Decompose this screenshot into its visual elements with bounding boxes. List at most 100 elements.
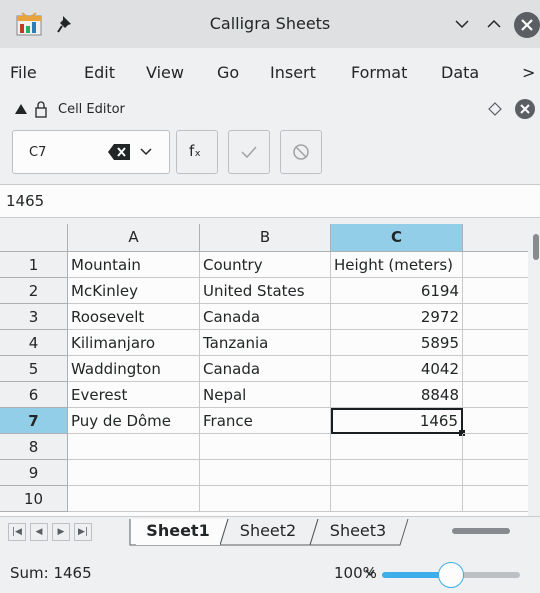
horizontal-scrollbar-thumb[interactable] — [452, 528, 510, 534]
menu-go[interactable]: Go — [217, 63, 239, 82]
checkmark-icon — [241, 146, 257, 159]
docker-title: Cell Editor — [58, 102, 125, 117]
status-bar: Sum: 1465 100% — [0, 546, 540, 593]
insert-function-button[interactable]: fₓ — [176, 130, 218, 174]
table-cell[interactable]: 5895 — [331, 330, 463, 356]
table-cell[interactable] — [463, 356, 528, 382]
row-header-4[interactable]: 4 — [0, 330, 68, 356]
table-cell[interactable]: Mountain — [68, 252, 200, 278]
chevron-down-icon[interactable] — [364, 568, 376, 578]
table-cell[interactable] — [463, 252, 528, 278]
zoom-slider-handle[interactable] — [438, 562, 464, 588]
row-header-2[interactable]: 2 — [0, 278, 68, 304]
row-header-1[interactable]: 1 — [0, 252, 68, 278]
table-cell[interactable]: Nepal — [200, 382, 331, 408]
spreadsheet-grid[interactable]: A B C 1 Mountain Country Height (meters) 2 McKin… — [0, 224, 528, 516]
table-cell[interactable] — [463, 278, 528, 304]
tab-sheet3[interactable]: Sheet3 — [316, 519, 400, 545]
menu-overflow[interactable]: > — [522, 63, 535, 82]
table-cell[interactable] — [463, 434, 528, 460]
table-cell[interactable]: Canada — [200, 304, 331, 330]
clear-backspace-icon[interactable] — [107, 143, 131, 161]
function-label: fₓ — [189, 142, 201, 160]
table-cell[interactable]: 8848 — [331, 382, 463, 408]
row-header-8[interactable]: 8 — [0, 434, 68, 460]
table-cell[interactable]: Roosevelt — [68, 304, 200, 330]
menu-insert[interactable]: Insert — [270, 63, 316, 82]
collapse-triangle-icon[interactable] — [14, 103, 28, 115]
table-cell[interactable]: 4042 — [331, 356, 463, 382]
column-header-d[interactable] — [463, 224, 528, 252]
cell-reference-combobox[interactable]: C7 — [12, 130, 170, 174]
column-header-c[interactable]: C — [331, 224, 463, 252]
column-header-a[interactable]: A — [68, 224, 200, 252]
float-diamond-icon[interactable] — [488, 102, 502, 116]
table-cell[interactable] — [463, 460, 528, 486]
cancel-button[interactable] — [280, 130, 322, 174]
apply-button[interactable] — [228, 130, 270, 174]
next-sheet-button[interactable]: ▶ — [52, 523, 70, 541]
docker-close-icon[interactable] — [514, 98, 536, 120]
table-cell[interactable]: Height (meters) — [331, 252, 463, 278]
select-all-corner[interactable] — [0, 224, 68, 252]
menu-edit[interactable]: Edit — [84, 63, 115, 82]
tab-sheet1[interactable]: Sheet1 — [136, 519, 220, 545]
table-cell[interactable] — [463, 382, 528, 408]
table-cell[interactable] — [68, 486, 200, 512]
cell-editor-docker-header: Cell Editor — [0, 96, 540, 124]
chevron-up-icon[interactable] — [484, 14, 504, 34]
table-cell[interactable]: McKinley — [68, 278, 200, 304]
column-header-b[interactable]: B — [200, 224, 331, 252]
table-cell[interactable]: 6194 — [331, 278, 463, 304]
table-cell[interactable]: France — [200, 408, 331, 434]
table-cell[interactable] — [463, 304, 528, 330]
row-header-6[interactable]: 6 — [0, 382, 68, 408]
table-cell[interactable] — [331, 486, 463, 512]
table-cell[interactable]: Canada — [200, 356, 331, 382]
table-cell[interactable] — [463, 330, 528, 356]
lock-icon[interactable] — [34, 100, 48, 118]
menu-data[interactable]: Data — [441, 63, 479, 82]
row-header-9[interactable]: 9 — [0, 460, 68, 486]
row-header-3[interactable]: 3 — [0, 304, 68, 330]
formula-value: 1465 — [6, 192, 45, 210]
table-cell[interactable] — [200, 460, 331, 486]
table-cell[interactable]: United States — [200, 278, 331, 304]
tab-sheet2[interactable]: Sheet2 — [226, 519, 310, 545]
table-cell[interactable] — [68, 460, 200, 486]
table-cell[interactable]: Country — [200, 252, 331, 278]
first-sheet-button[interactable]: |◀ — [8, 523, 26, 541]
previous-sheet-button[interactable]: ◀ — [30, 523, 48, 541]
table-cell[interactable]: 2972 — [331, 304, 463, 330]
table-cell[interactable] — [463, 408, 528, 434]
vertical-scrollbar-thumb[interactable] — [533, 234, 539, 260]
formula-input[interactable]: 1465 — [0, 184, 540, 218]
sum-readout: Sum: 1465 — [10, 564, 92, 582]
row-header-10[interactable]: 10 — [0, 486, 68, 512]
table-cell[interactable] — [463, 486, 528, 512]
table-cell[interactable] — [200, 434, 331, 460]
cell-reference-value: C7 — [29, 145, 47, 160]
menu-format[interactable]: Format — [351, 63, 407, 82]
table-cell[interactable] — [200, 486, 331, 512]
table-cell[interactable] — [331, 434, 463, 460]
table-cell[interactable] — [68, 434, 200, 460]
menu-view[interactable]: View — [146, 63, 184, 82]
menu-file[interactable]: File — [10, 63, 37, 82]
row-header-5[interactable]: 5 — [0, 356, 68, 382]
chevron-down-icon[interactable] — [139, 147, 153, 157]
table-cell[interactable]: Kilimanjaro — [68, 330, 200, 356]
row-header-7[interactable]: 7 — [0, 408, 68, 434]
close-button[interactable] — [514, 12, 540, 38]
last-sheet-button[interactable]: ▶| — [74, 523, 92, 541]
vertical-scrollbar[interactable] — [528, 224, 540, 516]
table-cell[interactable] — [331, 460, 463, 486]
table-cell[interactable]: Waddington — [68, 356, 200, 382]
table-cell[interactable]: Puy de Dôme — [68, 408, 200, 434]
table-cell[interactable]: Everest — [68, 382, 200, 408]
chevron-down-icon[interactable] — [452, 14, 472, 34]
title-bar: Calligra Sheets — [0, 0, 540, 48]
table-cell[interactable]: Tanzania — [200, 330, 331, 356]
active-cell[interactable]: 1465 — [331, 408, 463, 434]
sheet-tab-bar: |◀ ◀ ▶ ▶| Sheet1 Sheet2 Sheet3 — [0, 516, 540, 546]
